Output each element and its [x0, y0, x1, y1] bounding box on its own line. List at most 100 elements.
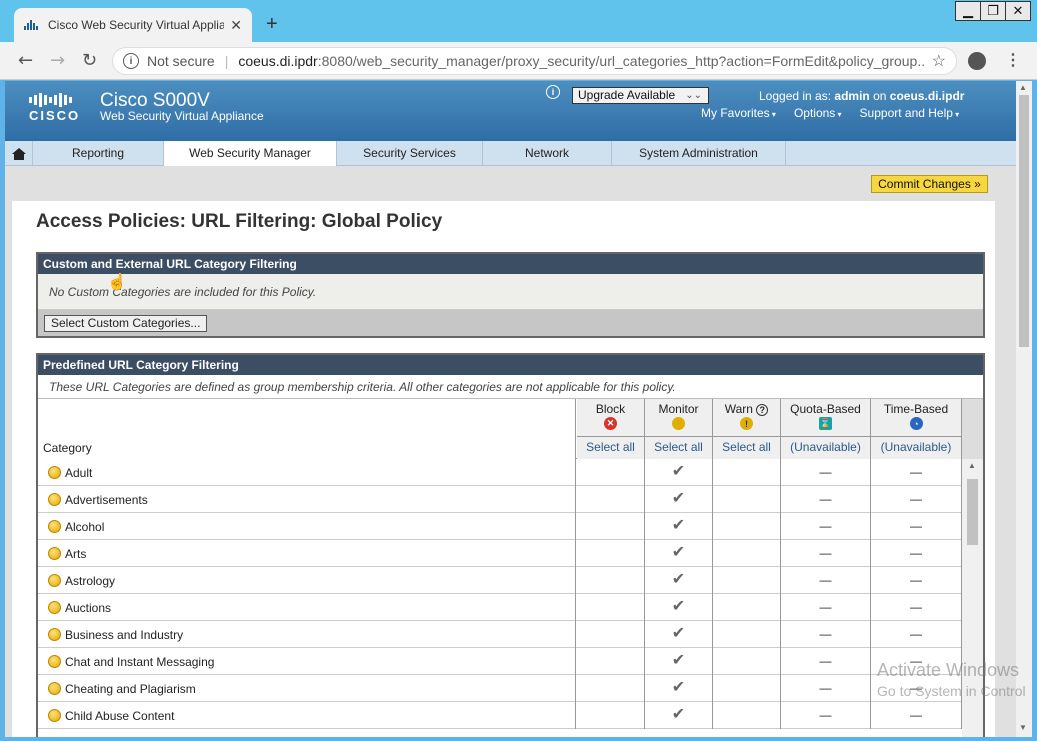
block-column-header: Block ✕ Select all	[577, 399, 645, 459]
main-nav: Reporting Web Security Manager Security …	[5, 141, 1016, 166]
upgrade-dropdown[interactable]: Upgrade Available ⌄⌄	[572, 87, 709, 104]
scroll-up-icon[interactable]: ▲	[1019, 83, 1027, 92]
close-window-icon[interactable]: ✕	[1005, 1, 1031, 21]
new-tab-button[interactable]: +	[266, 14, 278, 34]
monitor-checkmark-icon[interactable]: ✔	[645, 540, 713, 567]
reload-icon[interactable]: ↻	[82, 50, 97, 71]
time-cell: —	[871, 594, 962, 621]
warn-cell[interactable]	[713, 621, 781, 648]
category-cell: Business and Industry	[38, 621, 576, 648]
monitor-status-icon	[48, 709, 61, 722]
category-name: Astrology	[65, 573, 116, 588]
monitor-checkmark-icon[interactable]: ✔	[645, 567, 713, 594]
warn-cell[interactable]	[713, 648, 781, 675]
scroll-down-icon[interactable]: ▼	[1019, 723, 1027, 732]
tab-title: Cisco Web Security Virtual Applia	[48, 18, 225, 32]
table-row: Astrology ✔ — —	[38, 567, 983, 594]
menu-kebab-icon[interactable]: ⋮	[1005, 50, 1021, 70]
minimize-icon[interactable]: ▁	[955, 1, 981, 21]
tab-reporting[interactable]: Reporting	[33, 141, 164, 166]
forward-arrow-icon[interactable]: →	[50, 50, 65, 71]
options-menu[interactable]: Options	[794, 106, 842, 120]
block-cell[interactable]	[577, 459, 645, 486]
page-scrollbar[interactable]: ▲ ▼	[1016, 81, 1032, 737]
warn-cell[interactable]	[713, 486, 781, 513]
monitor-select-all-link[interactable]: Select all	[645, 436, 712, 458]
section-note: No Custom Categories are included for th…	[38, 274, 983, 310]
block-cell[interactable]	[577, 594, 645, 621]
divider: |	[224, 53, 229, 69]
bookmark-star-icon[interactable]: ☆	[932, 51, 946, 71]
category-cell: Child Abuse Content	[38, 702, 576, 729]
help-icon[interactable]: ?	[756, 404, 769, 416]
monitor-status-icon	[48, 682, 61, 695]
scroll-thumb[interactable]	[967, 479, 978, 545]
upgrade-label: Upgrade Available	[578, 88, 676, 102]
scroll-thumb[interactable]	[1019, 95, 1029, 347]
time-cell: —	[871, 621, 962, 648]
warn-cell[interactable]	[713, 540, 781, 567]
warn-select-all-link[interactable]: Select all	[713, 436, 780, 458]
info-icon[interactable]: i	[123, 53, 139, 69]
monitor-checkmark-icon[interactable]: ✔	[645, 513, 713, 540]
tab-security-services[interactable]: Security Services	[337, 141, 483, 166]
monitor-status-icon	[48, 628, 61, 641]
home-button[interactable]	[5, 141, 33, 166]
quota-cell: —	[781, 486, 871, 513]
tab-network[interactable]: Network	[483, 141, 612, 166]
tab-web-security-manager[interactable]: Web Security Manager	[164, 141, 337, 166]
warn-cell[interactable]	[713, 675, 781, 702]
time-cell: —	[871, 513, 962, 540]
address-bar[interactable]: i Not secure | coeus.di.ipdr :8080/web_s…	[112, 47, 957, 75]
close-tab-icon[interactable]: ✕	[230, 17, 242, 34]
scroll-up-icon[interactable]: ▲	[968, 461, 976, 470]
block-cell[interactable]	[577, 540, 645, 567]
logged-in-label: Logged in as:	[759, 89, 832, 103]
warn-cell[interactable]	[713, 594, 781, 621]
hand-cursor-icon: ☝	[107, 274, 127, 291]
table-row: Cheating and Plagiarism ✔ — —	[38, 675, 983, 702]
quota-cell: —	[781, 459, 871, 486]
monitor-checkmark-icon[interactable]: ✔	[645, 702, 713, 729]
tab-system-administration[interactable]: System Administration	[612, 141, 786, 166]
block-select-all-link[interactable]: Select all	[577, 436, 644, 458]
block-cell[interactable]	[577, 621, 645, 648]
block-cell[interactable]	[577, 513, 645, 540]
category-name: Adult	[65, 465, 93, 480]
browser-tab[interactable]: Cisco Web Security Virtual Applia ✕	[14, 8, 252, 42]
block-cell[interactable]	[577, 648, 645, 675]
select-custom-categories-button[interactable]: Select Custom Categories...	[44, 315, 208, 332]
time-cell: —	[871, 702, 962, 729]
category-cell: Astrology	[38, 567, 576, 594]
warn-cell[interactable]	[713, 702, 781, 729]
monitor-checkmark-icon[interactable]: ✔	[645, 621, 713, 648]
profile-icon[interactable]	[968, 52, 986, 70]
my-favorites-menu[interactable]: My Favorites	[701, 106, 776, 120]
block-cell[interactable]	[577, 675, 645, 702]
warn-cell[interactable]	[713, 513, 781, 540]
support-help-menu[interactable]: Support and Help	[860, 106, 960, 120]
info-icon[interactable]: i	[546, 85, 560, 99]
on-label: on	[873, 89, 887, 103]
monitor-checkmark-icon[interactable]: ✔	[645, 675, 713, 702]
monitor-checkmark-icon[interactable]: ✔	[645, 459, 713, 486]
windows-watermark: Activate Windows Go to System in Control	[877, 660, 1026, 699]
back-arrow-icon[interactable]: ←	[18, 50, 33, 71]
block-cell[interactable]	[577, 567, 645, 594]
block-cell[interactable]	[577, 486, 645, 513]
warn-cell[interactable]	[713, 567, 781, 594]
monitor-checkmark-icon[interactable]: ✔	[645, 594, 713, 621]
warn-cell[interactable]	[713, 459, 781, 486]
category-name: Chat and Instant Messaging	[65, 654, 215, 669]
restore-icon[interactable]: ❐	[980, 1, 1006, 21]
block-cell[interactable]	[577, 702, 645, 729]
commit-changes-button[interactable]: Commit Changes »	[871, 175, 988, 193]
monitor-icon	[672, 417, 685, 430]
page-viewport: CISCO Cisco S000V Web Security Virtual A…	[5, 81, 1016, 737]
time-cell: —	[871, 486, 962, 513]
hostname: coeus.di.ipdr	[889, 89, 965, 103]
monitor-checkmark-icon[interactable]: ✔	[645, 648, 713, 675]
block-icon: ✕	[604, 417, 617, 430]
watermark-line1: Activate Windows	[877, 660, 1020, 680]
monitor-checkmark-icon[interactable]: ✔	[645, 486, 713, 513]
